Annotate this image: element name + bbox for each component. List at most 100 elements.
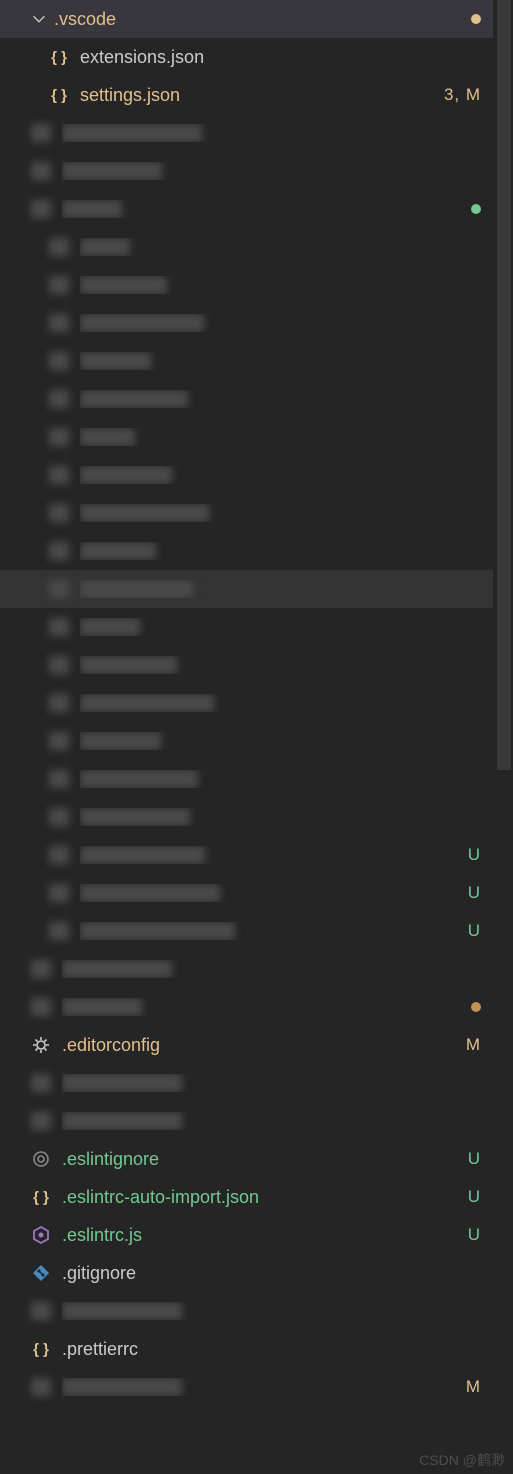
folder-vscode[interactable]: .vscode bbox=[0, 0, 493, 38]
blur-icon bbox=[48, 426, 70, 448]
blurred-item[interactable] bbox=[0, 456, 493, 494]
chevron-down-icon bbox=[30, 10, 48, 28]
item-label bbox=[80, 580, 481, 598]
blurred-item[interactable] bbox=[0, 304, 493, 342]
item-label bbox=[80, 314, 481, 332]
git-status-badge: U bbox=[468, 845, 481, 865]
blurred-folder[interactable] bbox=[0, 988, 493, 1026]
scrollbar-thumb[interactable] bbox=[497, 0, 511, 770]
blurred-item[interactable] bbox=[0, 760, 493, 798]
git-status-badge: U bbox=[468, 883, 481, 903]
item-label bbox=[80, 884, 462, 902]
blur-icon bbox=[48, 540, 70, 562]
item-label bbox=[80, 542, 481, 560]
hex-icon bbox=[30, 1224, 52, 1246]
item-label bbox=[80, 732, 481, 750]
blur-icon bbox=[48, 730, 70, 752]
gear-icon bbox=[30, 1034, 52, 1056]
item-label bbox=[62, 1112, 481, 1130]
blurred-item[interactable] bbox=[0, 266, 493, 304]
blur-icon bbox=[48, 502, 70, 524]
blurred-item[interactable] bbox=[0, 228, 493, 266]
blur-icon bbox=[48, 844, 70, 866]
file-extensions.json[interactable]: { } extensions.json bbox=[0, 38, 493, 76]
item-label bbox=[62, 124, 481, 142]
git-status-badge: M bbox=[466, 1035, 481, 1055]
status-dot bbox=[471, 204, 481, 214]
blur-icon bbox=[48, 692, 70, 714]
svg-text:{ }: { } bbox=[51, 49, 67, 66]
blur-icon bbox=[48, 312, 70, 334]
blurred-item[interactable] bbox=[0, 532, 493, 570]
blurred-item[interactable] bbox=[0, 646, 493, 684]
git-icon bbox=[30, 1262, 52, 1284]
json-icon: { } bbox=[48, 46, 70, 68]
json-icon: { } bbox=[48, 84, 70, 106]
item-label bbox=[80, 466, 481, 484]
status-dot bbox=[471, 1002, 481, 1012]
file-.eslintignore[interactable]: .eslintignoreU bbox=[0, 1140, 493, 1178]
blur-icon bbox=[30, 996, 52, 1018]
blurred-item[interactable]: U bbox=[0, 912, 493, 950]
item-label bbox=[62, 1074, 481, 1092]
blurred-item[interactable] bbox=[0, 494, 493, 532]
blur-icon bbox=[30, 198, 52, 220]
json-icon: { } bbox=[30, 1186, 52, 1208]
blurred-folder[interactable] bbox=[0, 190, 493, 228]
svg-text:{ }: { } bbox=[33, 1341, 49, 1358]
item-label: .gitignore bbox=[62, 1263, 481, 1284]
blurred-item[interactable] bbox=[0, 798, 493, 836]
item-label bbox=[80, 390, 481, 408]
blurred-item[interactable] bbox=[0, 950, 493, 988]
blurred-item[interactable] bbox=[0, 114, 493, 152]
blur-icon bbox=[48, 350, 70, 372]
git-status-badge: U bbox=[468, 1149, 481, 1169]
item-label: settings.json bbox=[80, 85, 438, 106]
item-label: .editorconfig bbox=[62, 1035, 460, 1056]
blur-icon bbox=[48, 806, 70, 828]
item-label bbox=[80, 504, 481, 522]
item-label bbox=[80, 656, 481, 674]
blur-icon bbox=[48, 920, 70, 942]
blurred-item[interactable] bbox=[0, 418, 493, 456]
blurred-item[interactable]: U bbox=[0, 836, 493, 874]
blurred-item[interactable] bbox=[0, 152, 493, 190]
blurred-item[interactable] bbox=[0, 1102, 493, 1140]
blur-icon bbox=[30, 1110, 52, 1132]
item-label bbox=[80, 770, 481, 788]
file-.eslintrc.js[interactable]: .eslintrc.jsU bbox=[0, 1216, 493, 1254]
item-label bbox=[80, 618, 481, 636]
blurred-item[interactable] bbox=[0, 722, 493, 760]
blurred-item[interactable] bbox=[0, 1292, 493, 1330]
scrollbar-track[interactable] bbox=[493, 0, 513, 1474]
item-label bbox=[62, 1302, 481, 1320]
item-label bbox=[62, 960, 481, 978]
blur-icon bbox=[30, 1072, 52, 1094]
blurred-item[interactable]: M bbox=[0, 1368, 493, 1406]
file-.eslintrc-auto-import.json[interactable]: { }.eslintrc-auto-import.jsonU bbox=[0, 1178, 493, 1216]
blur-icon bbox=[30, 122, 52, 144]
file-.editorconfig[interactable]: .editorconfig M bbox=[0, 1026, 493, 1064]
blurred-item[interactable]: U bbox=[0, 874, 493, 912]
item-label bbox=[80, 808, 481, 826]
file-.gitignore[interactable]: .gitignore bbox=[0, 1254, 493, 1292]
blur-icon bbox=[48, 578, 70, 600]
file-settings.json[interactable]: { }settings.json3, M bbox=[0, 76, 493, 114]
item-label bbox=[80, 276, 481, 294]
item-label bbox=[80, 922, 462, 940]
file-.prettierrc[interactable]: { }.prettierrc bbox=[0, 1330, 493, 1368]
blurred-item[interactable] bbox=[0, 684, 493, 722]
blurred-item[interactable] bbox=[0, 342, 493, 380]
git-status-badge: U bbox=[468, 921, 481, 941]
blur-icon bbox=[48, 882, 70, 904]
blurred-item[interactable] bbox=[0, 380, 493, 418]
blurred-item[interactable] bbox=[0, 608, 493, 646]
blur-icon bbox=[30, 160, 52, 182]
blur-icon bbox=[30, 958, 52, 980]
item-label: .vscode bbox=[54, 9, 465, 30]
git-status-badge: M bbox=[466, 1377, 481, 1397]
blurred-item[interactable] bbox=[0, 570, 493, 608]
file-tree[interactable]: .vscode { } extensions.json { } settings.jso… bbox=[0, 0, 493, 1474]
blurred-item[interactable] bbox=[0, 1064, 493, 1102]
item-label: extensions.json bbox=[80, 47, 481, 68]
